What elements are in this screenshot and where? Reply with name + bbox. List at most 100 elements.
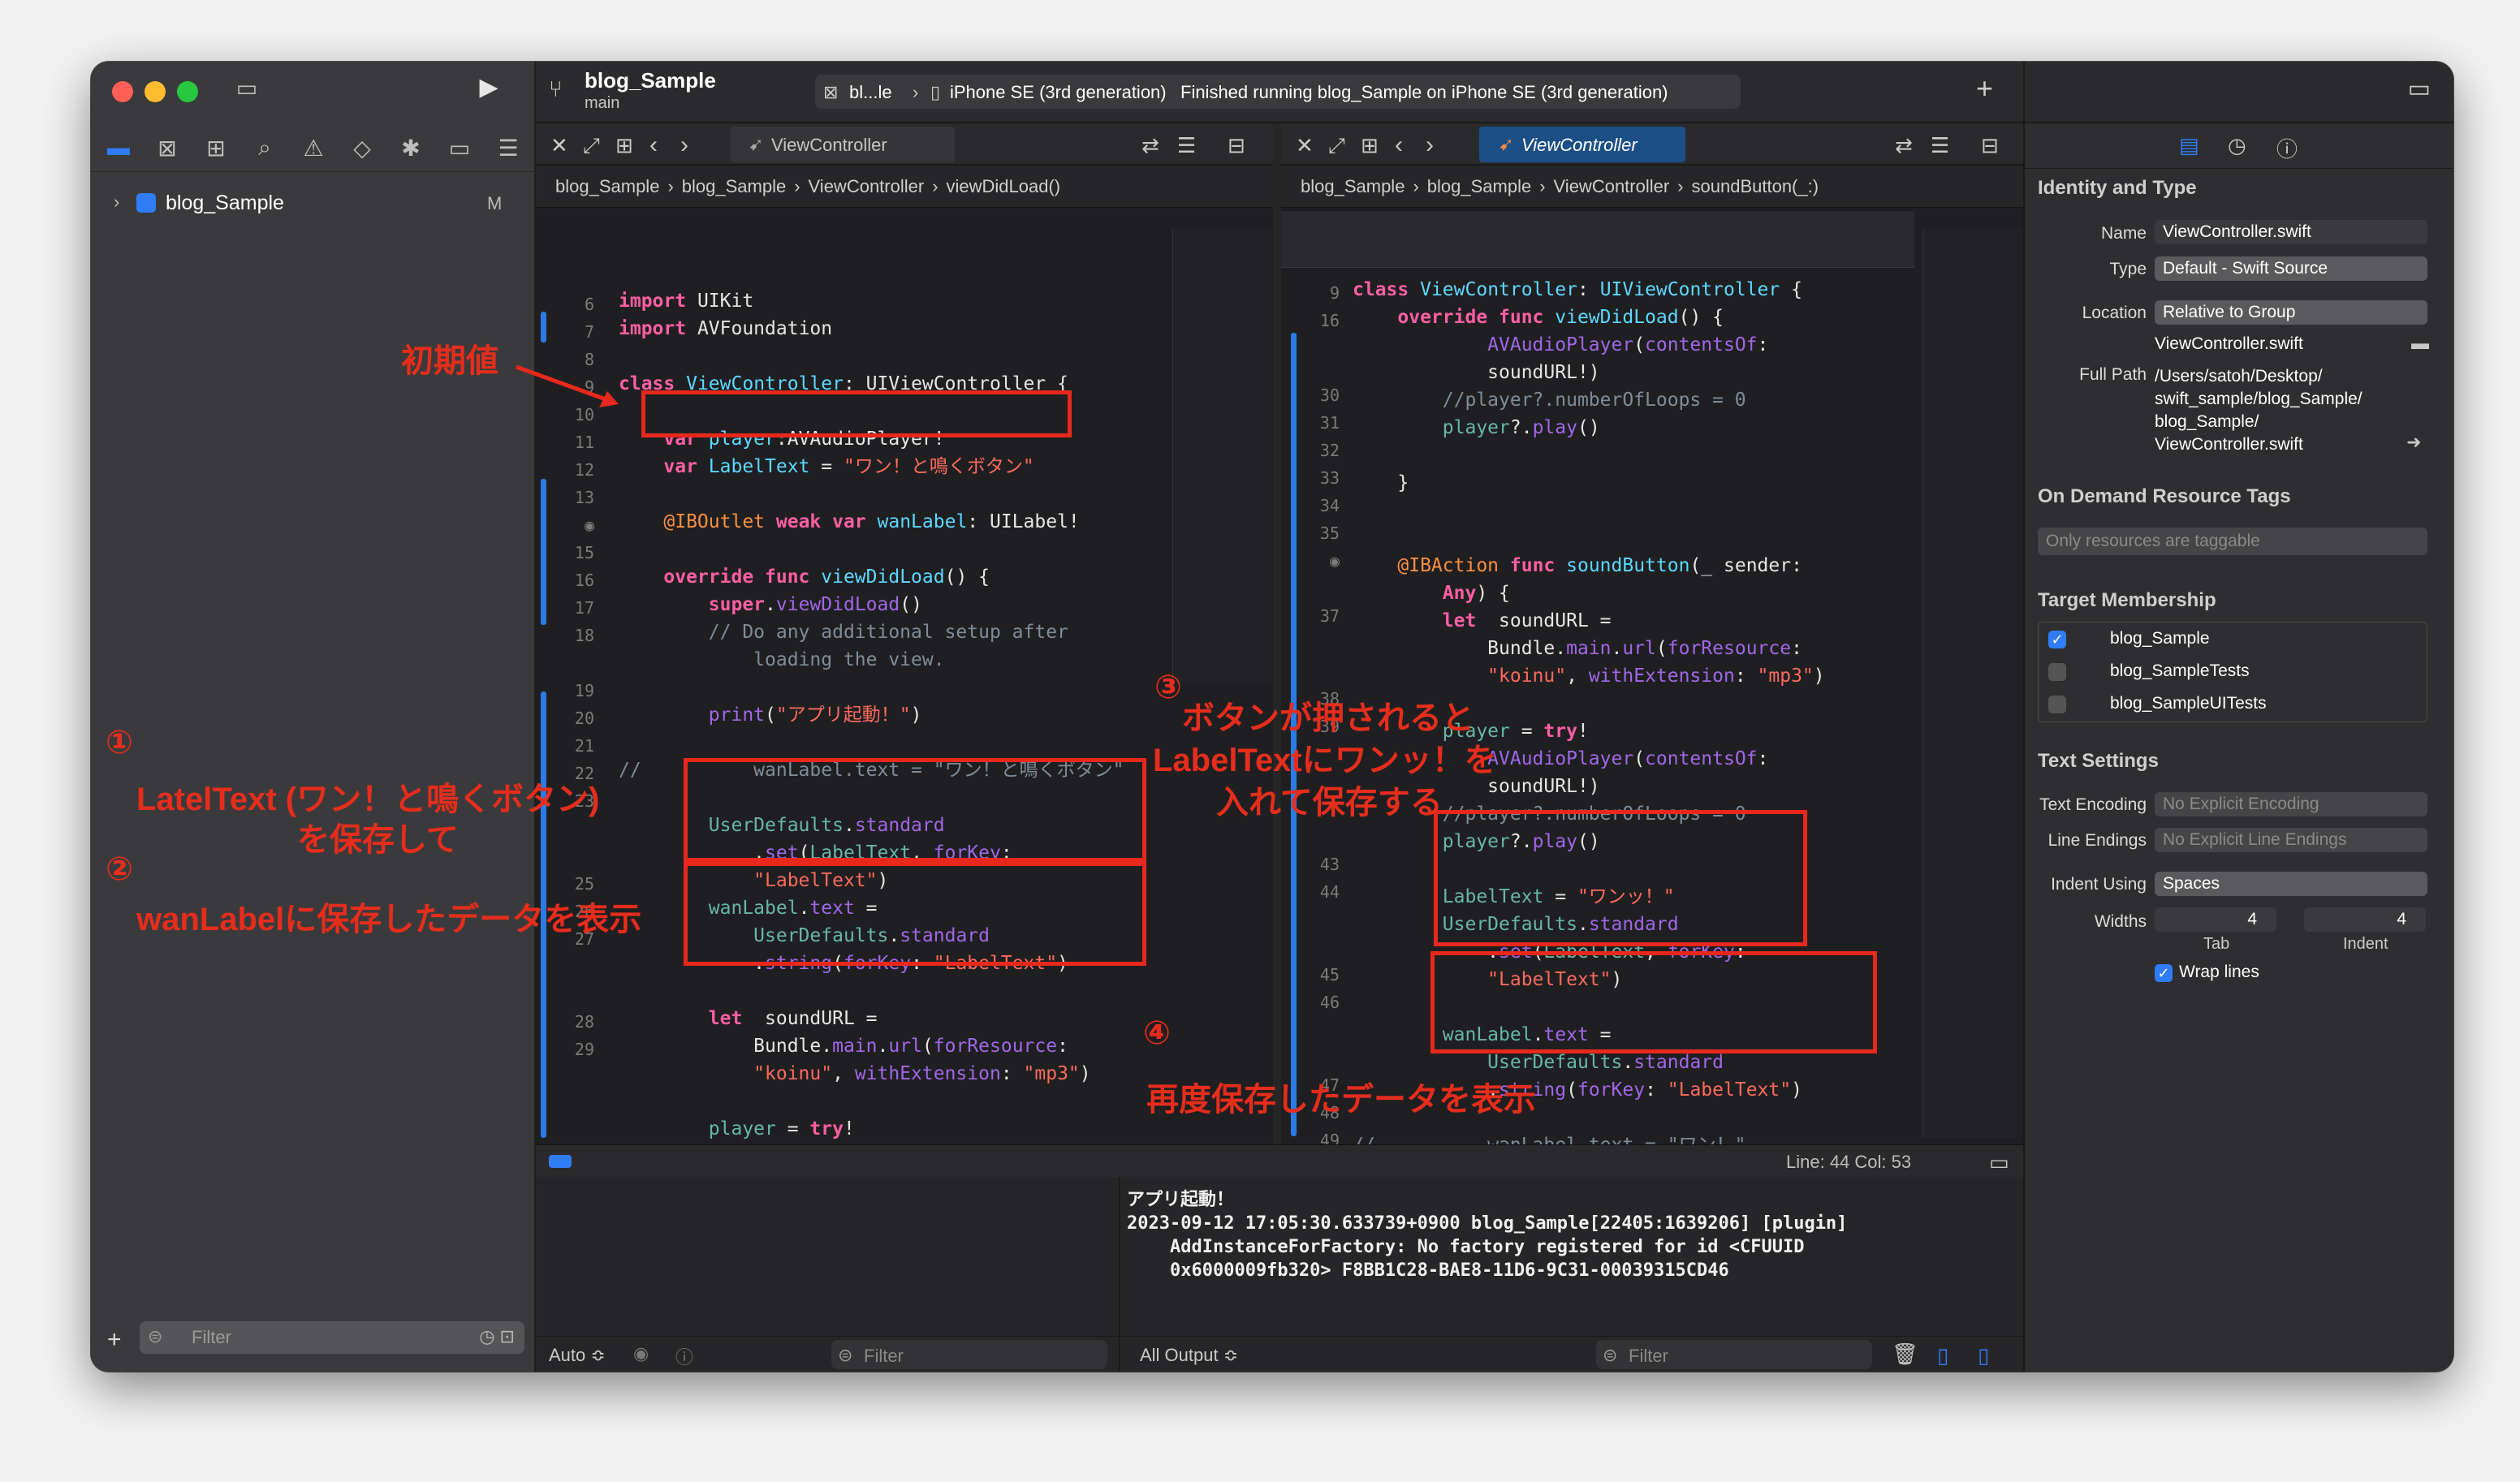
back-icon[interactable]: ‹ [649,131,658,159]
search-icon[interactable]: ⌕ [248,135,281,162]
crumb-file[interactable]: ViewController [1554,176,1670,197]
indent-width-field[interactable]: 4 [2304,907,2426,932]
minimap-right[interactable] [1922,229,2022,1138]
help-icon[interactable]: ⓘ [2276,133,2298,163]
target-item: blog_SampleUITests [2110,694,2267,713]
scheme-selector[interactable]: bl...le [849,82,892,103]
zoom-window-button[interactable] [177,81,198,102]
add-icon[interactable]: + [107,1326,122,1354]
sidebar-toggle-icon[interactable]: ▭ [231,75,263,101]
target-list: ✓ blog_Sample blog_SampleTests blog_Samp… [2038,622,2427,722]
indent-caption: Indent [2343,935,2388,953]
tab-viewcontroller-right[interactable]: ViewController ➹ [1479,127,1685,162]
right-breadcrumb: blog_Sample › blog_Sample › ViewController… [1281,166,2023,208]
grid-icon[interactable]: ⊞ [615,133,633,158]
report-icon[interactable]: ☰ [492,135,524,162]
minimize-window-button[interactable] [145,81,166,102]
disclosure-icon[interactable]: › [114,192,119,213]
split-editor-icon[interactable]: ⊟ [1228,133,1245,158]
navigator-filter-field[interactable]: ⊜ Filter ◷ ⊡ [140,1321,524,1354]
crumb-method[interactable]: viewDidLoad() [947,176,1061,197]
ondemand-field[interactable]: Only resources are taggable [2038,528,2427,555]
add-library-icon[interactable]: + [1976,71,1993,106]
show-variables-icon[interactable]: ▯ [1937,1343,1948,1368]
name-field[interactable]: ViewController.swift [2155,220,2427,244]
change-bar [541,479,546,625]
debug-area: アプリ起動！ 2023-09-12 17:05:30.633739+0900 bl… [536,1177,2023,1372]
swift-file-icon: ➹ [1499,134,1514,154]
back-icon[interactable]: ‹ [1395,131,1403,159]
console-line: 0x6000009fb320> F8BB1C28-BAE8-11D6-9C31-… [1127,1260,1729,1281]
text-settings-title: Text Settings [2038,750,2159,772]
location-select[interactable]: Relative to Group [2155,300,2427,325]
minimap-left[interactable] [1172,229,1271,683]
target-checkbox[interactable]: ✓ [2048,631,2066,648]
debug-icon[interactable]: ✱ [395,135,427,162]
crumb-group[interactable]: blog_Sample [682,176,786,197]
navigator-tab-bar: ▬ ⊠ ⊞ ⌕ ⚠ ◇ ✱ ▭ ☰ [91,127,536,172]
close-editor-icon[interactable]: ✕ [1296,133,1314,158]
target-checkbox[interactable] [2048,663,2066,681]
line-endings-select[interactable]: No Explicit Line Endings [2155,828,2427,852]
close-editor-icon[interactable]: ✕ [550,133,568,158]
crumb-project[interactable]: blog_Sample [1301,176,1405,197]
tab-width-field[interactable]: 4 [2155,907,2276,932]
reveal-arrow-icon[interactable]: ➜ [2406,432,2421,453]
fullpath-line: swift_sample/blog_Sample/ [2155,390,2362,408]
crumb-file[interactable]: ViewController [809,176,925,197]
run-button[interactable]: ▶ [472,73,505,101]
crumb-project[interactable]: blog_Sample [555,176,659,197]
debug-area-toggle-icon[interactable] [549,1155,572,1168]
encoding-select[interactable]: No Explicit Encoding [2155,792,2427,816]
chevron-right-icon: › [913,82,919,102]
auto-selector[interactable]: Auto ≎ [549,1345,606,1366]
swap-icon[interactable]: ⇄ [1895,133,1913,158]
test-icon[interactable]: ◇ [346,135,378,162]
show-console-icon[interactable]: ▯ [1978,1343,1989,1368]
expand-icon[interactable]: ⤢ [1328,133,1345,159]
target-checkbox[interactable] [2048,696,2066,713]
build-status: Finished running blog_Sample on iPhone S… [1180,82,1668,102]
folder-icon[interactable]: ▬ [102,135,135,161]
line-endings-label: Line Endings [2048,831,2147,850]
warning-icon[interactable]: ⚠ [297,135,330,162]
expand-icon[interactable]: ⤢ [583,133,600,159]
trash-icon[interactable]: 🗑 [1892,1342,1918,1367]
swap-icon[interactable]: ⇄ [1141,133,1159,158]
grid-icon[interactable]: ⊞ [1361,133,1379,158]
indent-select[interactable]: Spaces [2155,872,2427,896]
split-editor-icon[interactable]: ⊟ [1981,133,1999,158]
adjust-icon[interactable]: ☰ [1177,133,1196,158]
crumb-group[interactable]: blog_Sample [1427,176,1531,197]
history-icon[interactable]: ◷ [2228,133,2246,158]
fullpath-line: ViewController.swift [2155,435,2303,454]
left-editor: ✕ ⤢ ⊞ ‹ › ViewController ➹ ⇄ ☰ ⊟ blog_Sa… [536,123,1273,1167]
eye-icon[interactable]: ◉ [633,1343,649,1364]
recent-icon[interactable]: ◷ ⊡ [479,1326,515,1347]
forward-icon[interactable]: › [680,131,688,159]
project-item[interactable]: blog_Sample [166,192,284,215]
close-window-button[interactable] [112,81,133,102]
console-filter[interactable]: ⊜ Filter [1596,1340,1872,1369]
tab-viewcontroller-left[interactable]: ViewController ➹ [731,127,955,162]
source-control-icon[interactable]: ⊠ [151,135,183,162]
output-selector[interactable]: All Output ≎ [1140,1345,1238,1366]
annotation-text-4: 再度保存したデータを表示 [1146,1082,1536,1118]
variables-filter[interactable]: ⊜ Filter [831,1340,1107,1369]
adjust-icon[interactable]: ☰ [1931,133,1949,158]
crumb-method[interactable]: soundButton(_:) [1692,176,1819,197]
device-selector[interactable]: iPhone SE (3rd generation) [950,82,1167,103]
forward-icon[interactable]: › [1426,131,1434,159]
breakpoint-icon[interactable]: ▭ [443,135,476,162]
folder-icon[interactable]: ▬ [2411,333,2429,354]
annotation-box-4 [1430,951,1877,1053]
type-select[interactable]: Default - Swift Source [2155,256,2427,281]
file-inspector-icon[interactable]: ▤ [2179,133,2199,158]
symbol-icon[interactable]: ⊞ [200,135,232,162]
info-icon[interactable]: ⓘ [675,1343,693,1369]
inspector-toggle-icon[interactable]: ▭ [2408,75,2431,103]
hide-debug-icon[interactable]: ▭ [1989,1150,2009,1175]
wrap-lines-checkbox[interactable]: ✓ [2155,964,2173,982]
inspector-tabs: ▤ ◷ ⓘ [2025,123,2453,169]
annotation-number-2: ② [106,851,133,887]
